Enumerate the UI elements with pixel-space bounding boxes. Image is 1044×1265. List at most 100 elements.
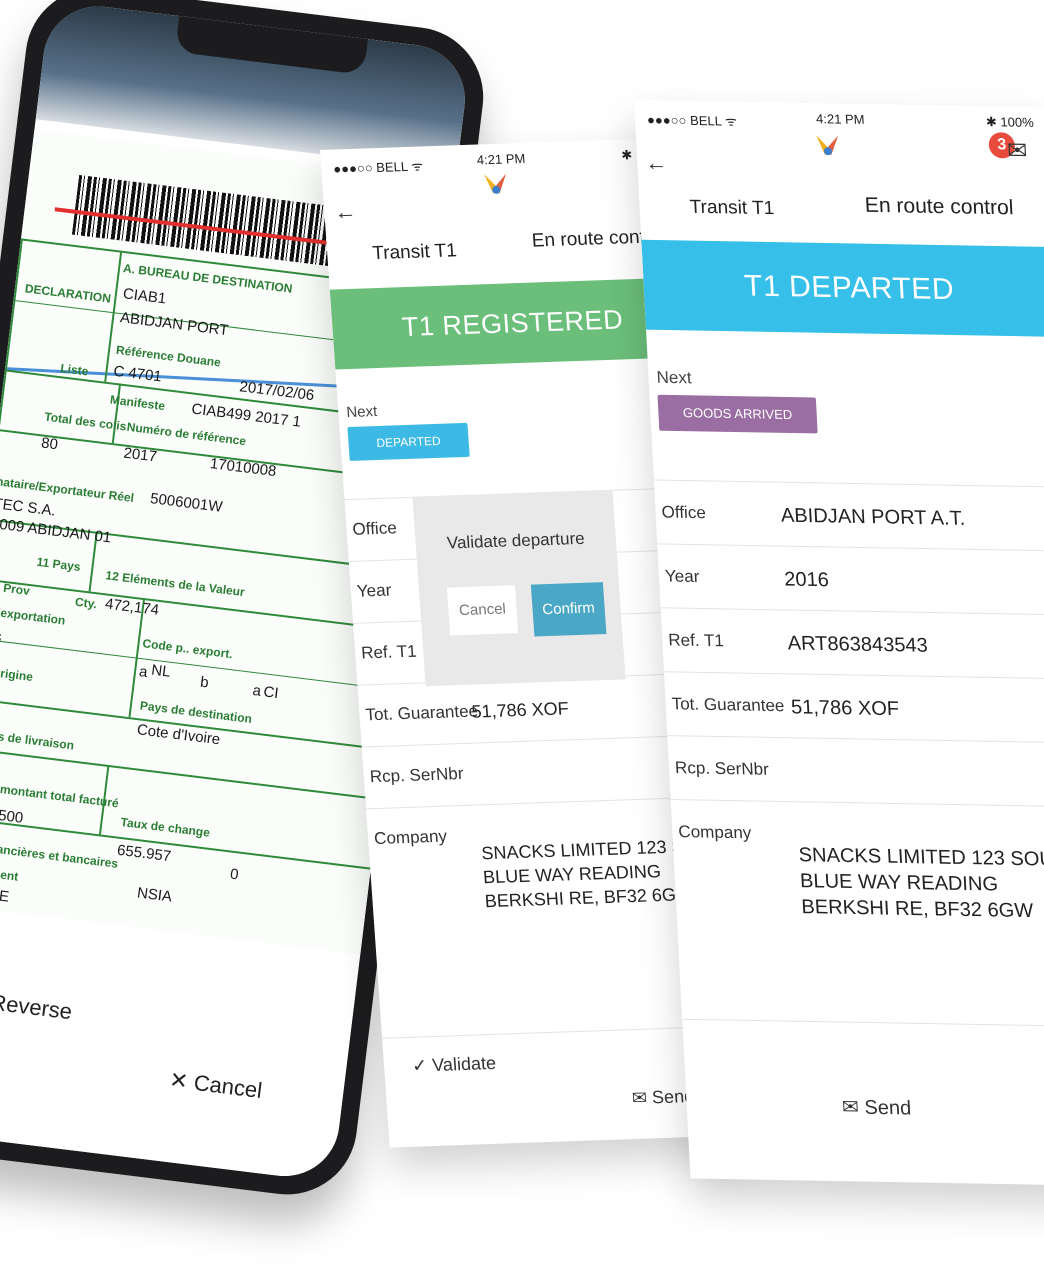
row-rcp-sernbr: Rcp. SerNbr xyxy=(667,735,1044,808)
inbox-mail-icon[interactable]: ✉ xyxy=(1006,136,1028,165)
taux-label: Taux de change xyxy=(119,814,211,840)
next-label: Next xyxy=(656,367,693,388)
a-1: a xyxy=(138,663,149,681)
export-label: s d'exportation xyxy=(0,603,67,628)
pays-label: 11 Pays xyxy=(35,554,82,575)
montant-label: naie et montant total facturé xyxy=(0,777,120,811)
next-goods-arrived-chip[interactable]: GOODS ARRIVED xyxy=(657,394,818,434)
total-colis-value: 80 xyxy=(40,434,59,454)
cty-label: Cty. xyxy=(74,594,98,612)
b-1: b xyxy=(199,673,210,692)
company-line3: BERKSHI RE, BF32 6GW xyxy=(800,896,1034,923)
row-value: 51,786 XOF xyxy=(470,698,570,722)
check-circle-icon: ✓ xyxy=(411,1055,428,1076)
prov-label: Prov xyxy=(2,580,31,599)
validate-button[interactable]: ✓ Validate xyxy=(411,1053,496,1077)
banque-value: BANQUE xyxy=(0,881,11,906)
reverse-label: Reverse xyxy=(0,989,74,1025)
app-logo-icon xyxy=(816,135,839,156)
scanner-toolbar: ⟲ Reverse ✕ Cancel xyxy=(0,942,356,1183)
carrier-signal: ●●●○○ BELL ᯤ xyxy=(332,158,424,177)
pas-1: pas xyxy=(0,626,3,646)
row-value: 2016 xyxy=(783,568,830,592)
row-label: Office xyxy=(351,518,398,539)
header-en-route-control[interactable]: En route control xyxy=(864,194,1014,221)
mail-icon: ✉ xyxy=(631,1087,648,1109)
header-transit-t1[interactable]: Transit T1 xyxy=(689,197,775,220)
row-office: Office ABIDJAN PORT A.T. xyxy=(653,479,1044,552)
dialog-title: Validate departure xyxy=(446,528,586,553)
financieres-label: nées financières et bancaires xyxy=(0,836,119,871)
numero-ref-label: Numéro de référence xyxy=(126,419,247,449)
back-arrow-icon[interactable]: ← xyxy=(333,199,357,226)
ref-douane-value: C 4701 xyxy=(112,362,163,386)
mail-icon: ✉ xyxy=(841,1096,860,1119)
row-label: Rcp. SerNbr xyxy=(369,764,465,787)
send-button[interactable]: ✉ Send xyxy=(841,1094,912,1120)
taux-value: 655.957 xyxy=(116,841,173,866)
departed-footer: ✉ Send xyxy=(682,1018,1044,1186)
row-tot-guarantee: Tot. Guarantee 51,786 XOF xyxy=(663,671,1044,744)
company-line1: SNACKS LIMITED 123 SOUTH O xyxy=(798,844,1044,872)
paiement-label: de paiement xyxy=(0,861,20,884)
row-label: Year xyxy=(664,566,700,587)
app-logo-icon xyxy=(484,173,507,194)
row-year: Year 2016 xyxy=(657,543,1044,616)
numero-ref-value: 17010008 xyxy=(208,455,278,481)
zero-value: 0 xyxy=(229,865,240,884)
numero-ref-year: 2017 xyxy=(122,444,158,466)
header-transit-t1[interactable]: Transit T1 xyxy=(372,240,458,265)
row-value: ART863843543 xyxy=(787,632,929,657)
code-ci: CI xyxy=(262,683,280,703)
close-icon: ✕ xyxy=(168,1066,190,1094)
row-value: 51,786 XOF xyxy=(790,696,900,721)
bureau-name: ABIDJAN PORT xyxy=(119,309,230,340)
status-time: 4:21 PM xyxy=(815,111,865,127)
row-label: Company xyxy=(373,826,448,849)
company-line3: BERKSHI RE, BF32 6GW xyxy=(484,884,694,912)
departed-screen: ●●●○○ BELL ᯤ 4:21 PM ✱ 100% 3 ✉ ← Transi… xyxy=(634,100,1044,1186)
next-label: Next xyxy=(345,403,378,422)
reverse-button[interactable]: ⟲ Reverse xyxy=(0,987,73,1026)
dialog-cancel-button[interactable]: Cancel xyxy=(446,585,519,636)
next-departed-chip[interactable]: DEPARTED xyxy=(347,422,470,461)
status-banner: T1 REGISTERED xyxy=(329,277,696,370)
row-label: Ref. T1 xyxy=(667,630,725,651)
origine-label: s d'origine xyxy=(0,663,34,685)
row-label: Tot. Guarantee xyxy=(364,701,479,725)
a-2: a xyxy=(251,682,262,700)
status-bar: ●●●○○ BELL ᯤ 4:21 PM ✱ 100% xyxy=(634,100,1044,137)
elements-label: 12 Eléments de la Valeur xyxy=(104,568,246,600)
exportateur-code: 5006001W xyxy=(149,490,224,516)
row-label: Year xyxy=(356,580,392,601)
company-line1: TEC S.A. xyxy=(0,495,57,520)
row-label: Rcp. SerNbr xyxy=(674,758,770,779)
validate-label: Validate xyxy=(431,1052,497,1076)
cancel-label: Cancel xyxy=(192,1069,264,1103)
status-banner: T1 DEPARTED xyxy=(641,239,1044,337)
montant-value: 11,500 xyxy=(0,804,25,827)
row-label: Office xyxy=(661,502,707,523)
send-label: Send xyxy=(863,1096,912,1120)
pays-dest-value: Cote d'Ivoire xyxy=(135,721,222,749)
company-line2: BLUE WAY READING xyxy=(799,870,999,896)
battery-status: ✱ 100% xyxy=(985,114,1035,130)
validate-departure-dialog: Validate departure Cancel Confirm xyxy=(412,489,626,687)
row-label: Ref. T1 xyxy=(360,641,418,663)
status-time: 4:21 PM xyxy=(476,150,526,168)
company-line2: BLUE WAY READING xyxy=(482,861,662,888)
row-label: Company xyxy=(677,822,752,843)
cancel-scan-button[interactable]: ✕ Cancel xyxy=(168,1066,264,1104)
bureau-code: CIAB1 xyxy=(122,285,168,308)
row-company: Company SNACKS LIMITED 123 SOUTH O BLUE … xyxy=(670,799,1044,977)
row-label: Tot. Guarantee xyxy=(671,694,785,716)
code-nl: NL xyxy=(150,661,172,681)
dialog-confirm-button[interactable]: Confirm xyxy=(530,582,607,637)
row-value: ABIDJAN PORT A.T. xyxy=(780,504,966,530)
carrier-signal: ●●●○○ BELL ᯤ xyxy=(646,112,738,129)
nsia-value: NSIA xyxy=(136,884,173,906)
code-export-label: Code p.. export. xyxy=(141,636,234,662)
back-arrow-icon[interactable]: ← xyxy=(645,150,668,176)
livraison-label: ditions de livraison xyxy=(0,725,75,753)
company-line2: 4009 ABIDJAN 01 xyxy=(0,514,113,547)
